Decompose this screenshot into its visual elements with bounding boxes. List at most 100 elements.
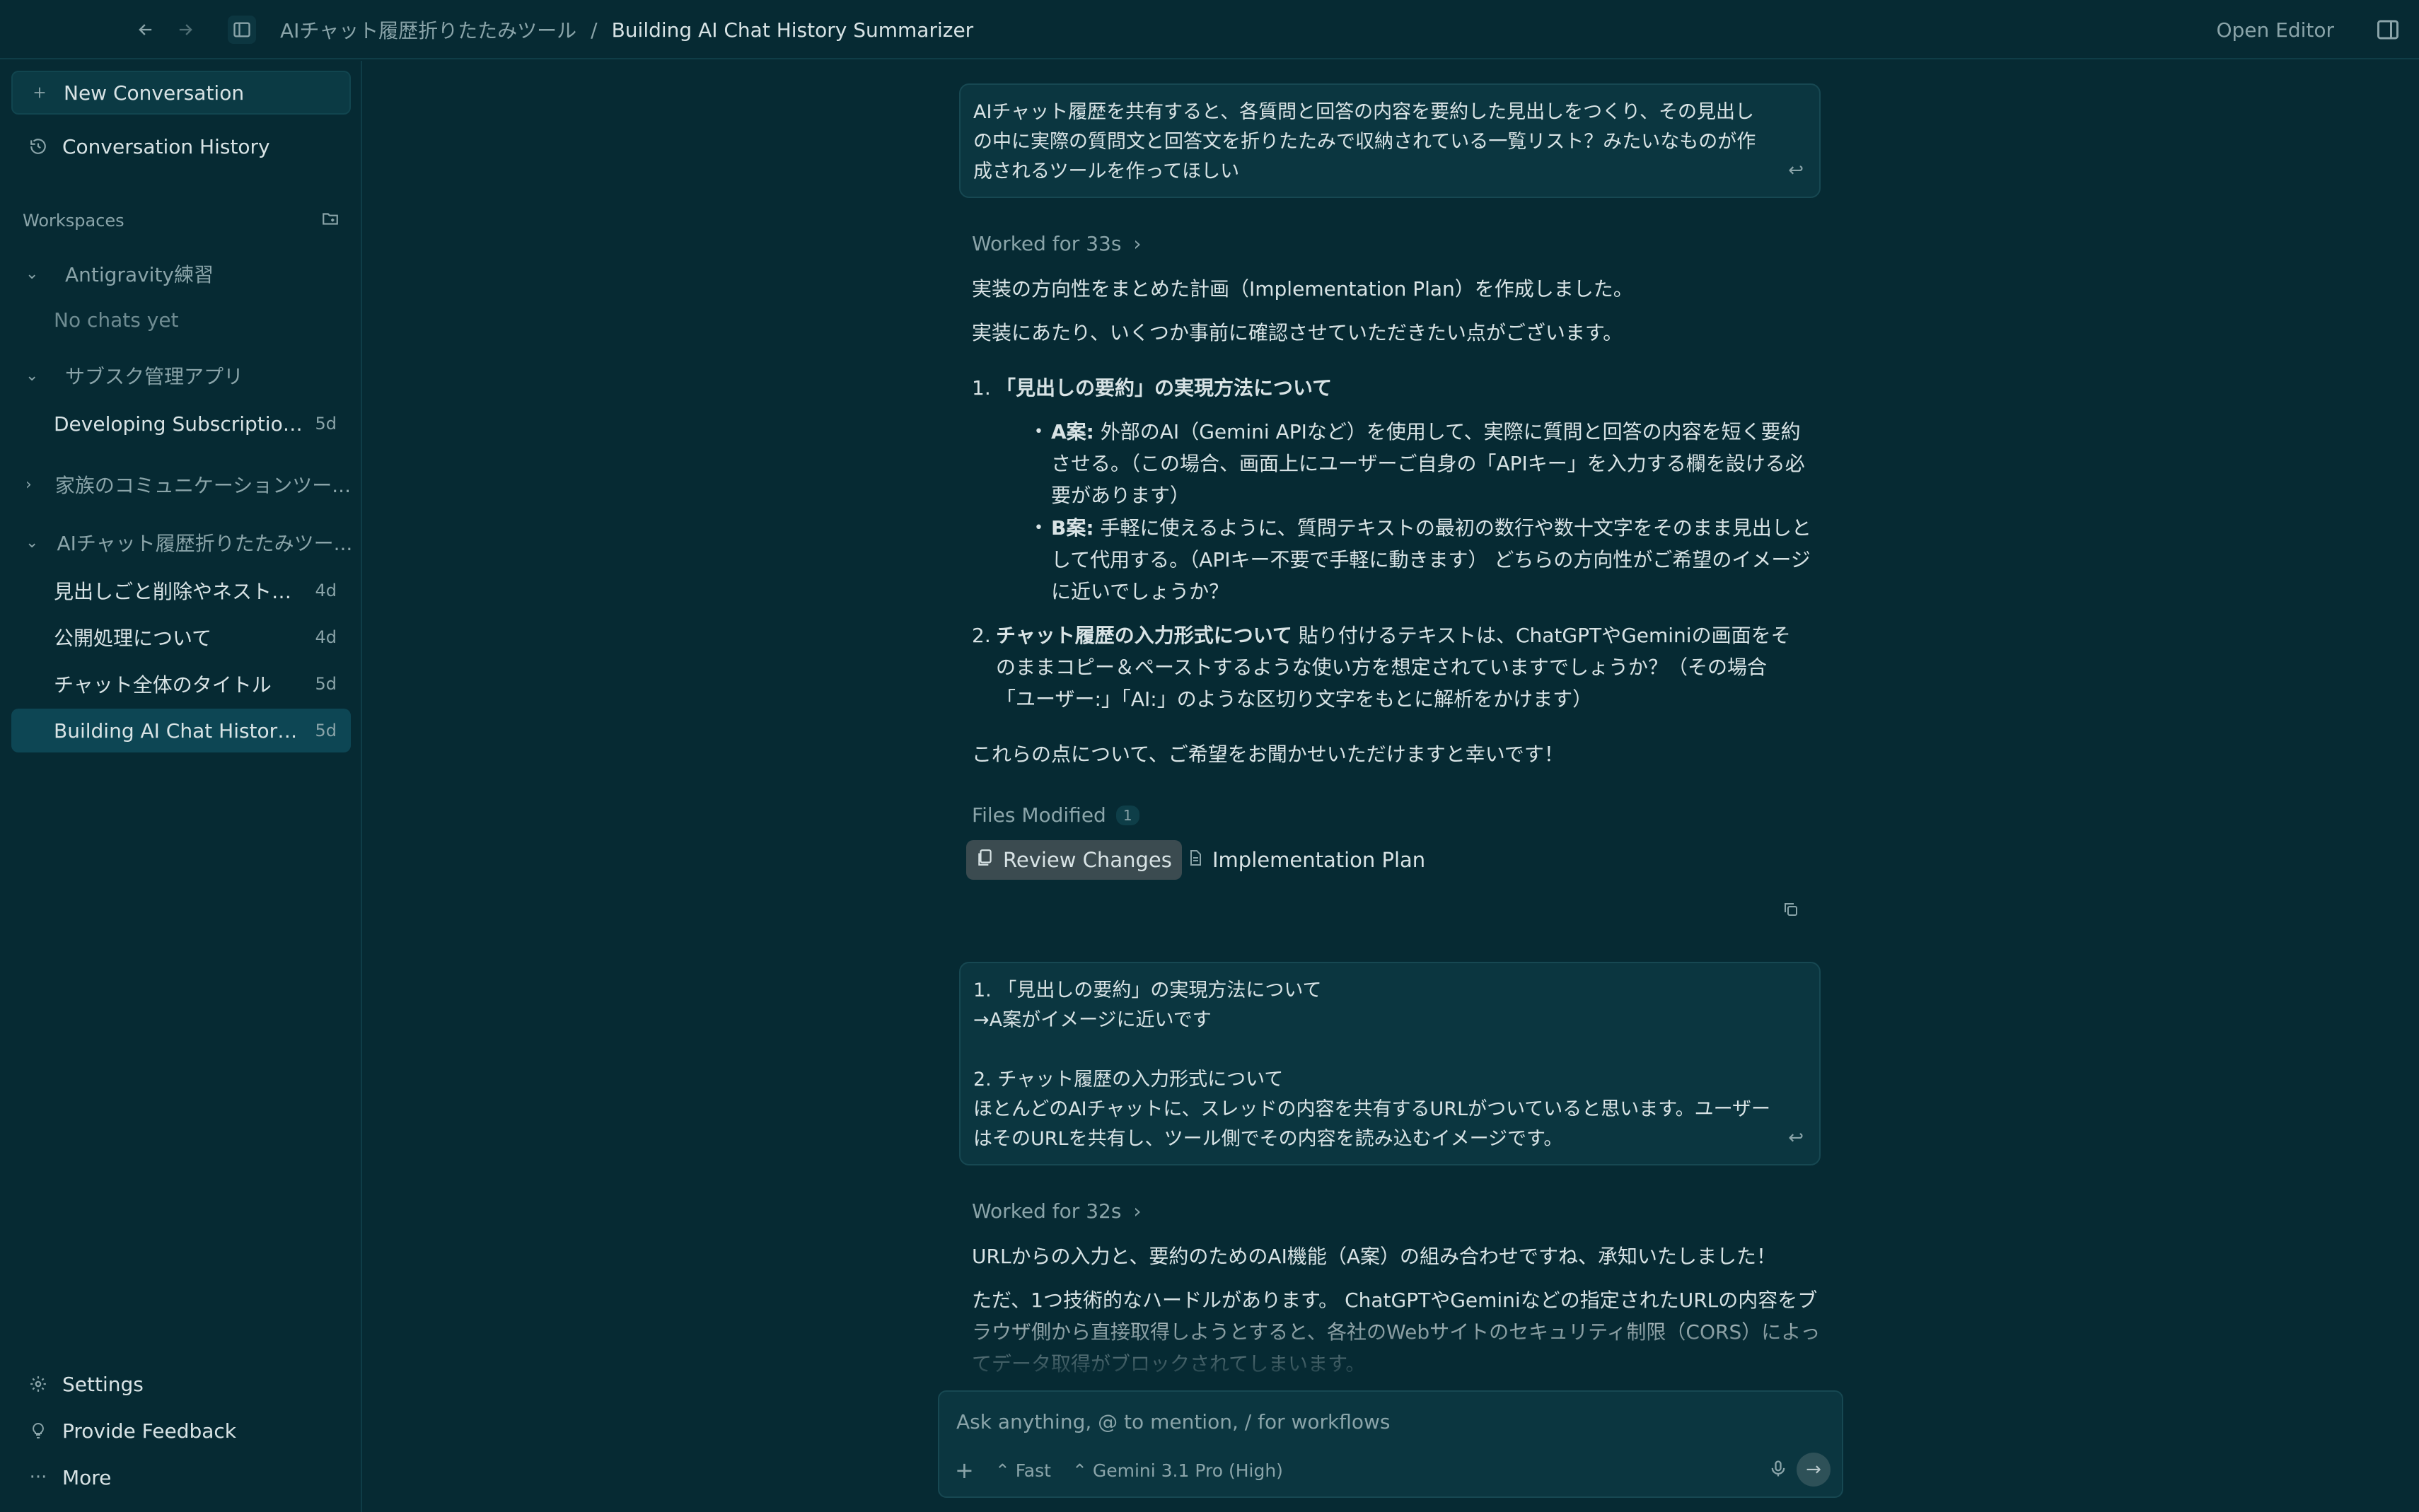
new-conversation-button[interactable]: New Conversation xyxy=(11,71,351,115)
worked-for-label: Worked for 32s xyxy=(972,1199,1122,1223)
workspace-name: サブスク管理アプリ xyxy=(65,365,244,388)
chevron-down-icon: ⌄ xyxy=(25,533,39,552)
files-modified-header: Files Modified 1 xyxy=(972,803,1139,827)
chevron-up-icon: ⌃ xyxy=(1072,1460,1087,1481)
open-editor-button[interactable]: Open Editor xyxy=(2216,0,2334,59)
implementation-plan-button[interactable]: Implementation Plan xyxy=(1177,840,1435,880)
chat-title: 見出しごと削除やネストし... xyxy=(54,580,304,603)
breadcrumb-separator: / xyxy=(591,18,598,42)
no-chats-note: No chats yet xyxy=(54,308,179,332)
chat-item[interactable]: 見出しごと削除やネストし... 4d xyxy=(11,569,351,612)
chat-age: 5d xyxy=(315,721,337,740)
item-number: 1. xyxy=(972,376,991,400)
chat-title: 公開処理について xyxy=(54,627,212,650)
workspace-family[interactable]: › 家族のコミュニケーションツー... xyxy=(11,463,351,506)
right-panel-toggle-icon[interactable] xyxy=(2375,17,2401,42)
chat-input-box[interactable]: Ask anything, @ to mention, / for workfl… xyxy=(938,1390,1843,1498)
item-number: 2. xyxy=(972,624,991,647)
chevron-right-icon: › xyxy=(1133,232,1142,255)
provide-feedback-label: Provide Feedback xyxy=(62,1419,237,1443)
user-message-bubble: 1. 「見出しの要約」の実現方法について →A案がイメージに近いです 2. チャ… xyxy=(959,962,1821,1165)
workspace-ai-chat-tool[interactable]: ⌄ AIチャット履歴折りたたみツー... xyxy=(11,521,351,564)
breadcrumb-current: Building AI Chat History Summarizer xyxy=(611,18,974,42)
conversation-history-button[interactable]: Conversation History xyxy=(11,124,351,168)
item-title: チャット履歴の入力形式について xyxy=(996,624,1292,647)
item-title: 「見出しの要約」の実現方法について xyxy=(996,376,1333,400)
chat-title: Building AI Chat History S... xyxy=(54,719,304,743)
undo-icon[interactable]: ↩ xyxy=(1788,156,1804,185)
worked-for-toggle[interactable]: Worked for 32s › xyxy=(972,1199,1142,1223)
bullet-label: A案: xyxy=(1051,420,1094,443)
chat-input-placeholder[interactable]: Ask anything, @ to mention, / for workfl… xyxy=(956,1410,1391,1434)
chevron-up-icon: ⌃ xyxy=(994,1460,1010,1481)
mode-selector[interactable]: ⌃ Fast xyxy=(995,1460,1051,1481)
chat-age: 5d xyxy=(315,414,337,434)
chat-title: Developing Subscription ... xyxy=(54,412,304,436)
chat-item[interactable]: 公開処理について 4d xyxy=(11,615,351,659)
bullet-text: 手軽に使えるように、質問テキストの最初の数行や数十文字をそのまま見出しとして代用… xyxy=(1051,516,1811,603)
provide-feedback-button[interactable]: Provide Feedback xyxy=(11,1409,351,1453)
scroll-fade xyxy=(364,1301,2419,1386)
user-message-line: →A案がイメージに近いです xyxy=(973,1009,1212,1031)
mode-label: Fast xyxy=(1015,1460,1051,1481)
undo-icon[interactable]: ↩ xyxy=(1788,1123,1804,1153)
conversation-history-label: Conversation History xyxy=(62,134,270,158)
workspace-name: 家族のコミュニケーションツー... xyxy=(54,474,351,497)
implementation-plan-label: Implementation Plan xyxy=(1212,848,1426,872)
user-message-line: 1. 「見出しの要約」の実現方法について xyxy=(973,979,1322,1001)
forward-arrow-icon[interactable] xyxy=(171,16,199,44)
lightbulb-icon xyxy=(25,1421,51,1440)
settings-label: Settings xyxy=(62,1372,144,1396)
chevron-down-icon: ⌄ xyxy=(25,264,39,283)
breadcrumb: AIチャット履歴折りたたみツール / Building AI Chat Hist… xyxy=(280,0,973,59)
review-changes-button[interactable]: Review Changes xyxy=(966,840,1182,880)
user-message-bubble: AIチャット履歴を共有すると、各質問と回答の内容を要約した見出しをつくり、その見… xyxy=(959,83,1821,198)
breadcrumb-parent[interactable]: AIチャット履歴折りたたみツール xyxy=(280,16,576,44)
workspace-antigravity[interactable]: ⌄ Antigravity練習 xyxy=(11,252,351,296)
chevron-down-icon: ⌄ xyxy=(25,366,39,385)
reply-paragraph: URLからの入力と、要約のためのAI機能（A案）の組み合わせですね、承知いたしま… xyxy=(972,1245,1776,1268)
chevron-right-icon: › xyxy=(1133,1199,1142,1223)
files-count-badge: 1 xyxy=(1115,805,1139,825)
bullet-dot: • xyxy=(1034,519,1043,537)
chat-item-selected[interactable]: Building AI Chat History S... 5d xyxy=(11,709,351,752)
diff-file-icon xyxy=(976,848,994,873)
user-message-line: ほとんどのAIチャットに、スレッドの内容を共有するURLがついていると思います。… xyxy=(973,1098,1771,1150)
settings-button[interactable]: Settings xyxy=(11,1362,351,1406)
bullet-label: B案: xyxy=(1051,516,1094,540)
chat-age: 5d xyxy=(315,674,337,694)
workspace-name: AIチャット履歴折りたたみツー... xyxy=(57,532,351,555)
more-dots-icon: ··· xyxy=(29,1467,47,1488)
more-button[interactable]: ··· More xyxy=(11,1455,351,1499)
workspace-name: Antigravity練習 xyxy=(65,263,214,286)
chat-item[interactable]: チャット全体のタイトル 5d xyxy=(11,662,351,706)
worked-for-toggle[interactable]: Worked for 33s › xyxy=(972,232,1142,255)
gear-icon xyxy=(25,1375,51,1393)
input-toolbar: + ⌃ Fast ⌃ Gemini 3.1 Pro (High) xyxy=(955,1457,1283,1484)
add-attachment-icon[interactable]: + xyxy=(955,1457,974,1484)
back-arrow-icon[interactable] xyxy=(132,16,160,44)
model-selector[interactable]: ⌃ Gemini 3.1 Pro (High) xyxy=(1072,1460,1283,1481)
history-icon xyxy=(25,137,51,156)
sidebar-toggle-icon[interactable] xyxy=(228,16,256,44)
chat-title: チャット全体のタイトル xyxy=(54,673,272,697)
worked-for-label: Worked for 33s xyxy=(972,232,1122,255)
workspace-subscription[interactable]: ⌄ サブスク管理アプリ xyxy=(11,354,351,397)
sidebar: New Conversation Conversation History Wo… xyxy=(0,61,362,1512)
arrow-right-icon: → xyxy=(1806,1459,1821,1480)
microphone-icon[interactable] xyxy=(1768,1457,1788,1481)
files-modified-label: Files Modified xyxy=(972,803,1106,827)
ordered-item: 2. チャット履歴の入力形式について 貼り付けるテキストは、ChatGPTやGe… xyxy=(972,620,1806,715)
send-button[interactable]: → xyxy=(1797,1453,1831,1487)
bullet-text: 外部のAI（Gemini APIなど）を使用して、実際に質問と回答の内容を短く要… xyxy=(1051,420,1805,507)
review-changes-label: Review Changes xyxy=(1003,848,1172,872)
chat-item[interactable]: Developing Subscription ... 5d xyxy=(11,402,351,446)
new-folder-icon[interactable] xyxy=(320,209,341,231)
user-message-line: 2. チャット履歴の入力形式について xyxy=(973,1069,1284,1091)
more-label: More xyxy=(62,1465,112,1489)
chevron-right-icon: › xyxy=(25,475,32,494)
copy-icon[interactable] xyxy=(1782,901,1799,918)
reply-paragraph: これらの点について、ご希望をお聞かせいただけますと幸いです！ xyxy=(972,743,1564,766)
user-message-line xyxy=(973,1035,1806,1065)
reply-paragraph: 実装の方向性をまとめた計画（Implementation Plan）を作成しまし… xyxy=(972,277,1633,301)
